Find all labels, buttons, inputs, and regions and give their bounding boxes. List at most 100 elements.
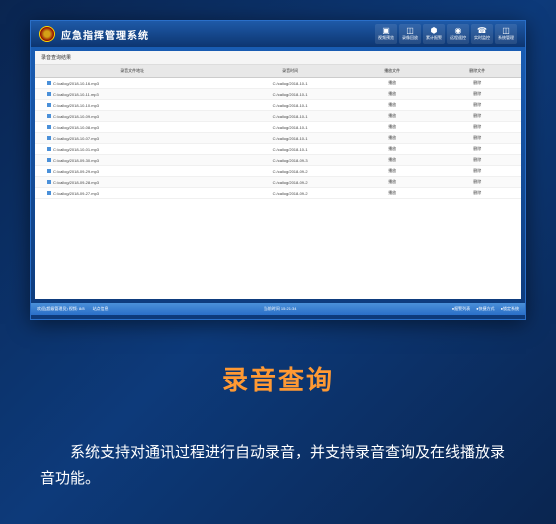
table-row: C:/callog/2018-10-08.mp3C:/callog/2018-1… [35, 122, 521, 133]
toolbar-icon: ◉ [455, 27, 462, 35]
time-cell: C:/callog/2018-10-1 [229, 133, 351, 144]
file-icon [47, 81, 51, 85]
play-button[interactable]: 播放 [351, 177, 434, 188]
file-icon [47, 147, 51, 151]
table-row: C:/callog/2018-10-01.mp3C:/callog/2018-1… [35, 144, 521, 155]
toolbar: ▣视频预览◫录像回放⬢累计报警◉远程遥控☎实时监控◫系统管理 [375, 24, 517, 44]
toolbar-icon: ▣ [382, 27, 390, 35]
file-icon [47, 191, 51, 195]
toolbar-button-2[interactable]: ⬢累计报警 [423, 24, 445, 44]
delete-button[interactable]: 删除 [434, 78, 522, 89]
play-button[interactable]: 播放 [351, 89, 434, 100]
play-button[interactable]: 播放 [351, 78, 434, 89]
status-lock-link[interactable]: ●锁定系统 [501, 306, 519, 312]
play-button[interactable]: 播放 [351, 122, 434, 133]
slide-title: 录音查询 [0, 360, 556, 397]
table-row: C:/callog/2018-09-28.mp3C:/callog/2018-0… [35, 177, 521, 188]
delete-button[interactable]: 删除 [434, 188, 522, 199]
file-icon [47, 180, 51, 184]
table-row: C:/callog/2018-09-27.mp3C:/callog/2018-0… [35, 188, 521, 199]
table-row: C:/callog/2018-10-07.mp3C:/callog/2018-1… [35, 133, 521, 144]
app-logo-icon [39, 26, 55, 42]
file-icon [47, 136, 51, 140]
file-cell: C:/callog/2018-10-09.mp3 [35, 111, 229, 122]
file-cell: C:/callog/2018-10-16.mp3 [35, 78, 229, 89]
play-button[interactable]: 播放 [351, 188, 434, 199]
toolbar-label: 视频预览 [378, 35, 394, 41]
recording-table: 录音文件地址录音时间播放文件删除文件 C:/callog/2018-10-16.… [35, 65, 521, 299]
file-icon [47, 92, 51, 96]
toolbar-label: 远程遥控 [450, 35, 466, 41]
file-cell: C:/callog/2018-10-08.mp3 [35, 122, 229, 133]
toolbar-button-4[interactable]: ☎实时监控 [471, 24, 493, 44]
table-row: C:/callog/2018-10-16.mp3C:/callog/2018-1… [35, 78, 521, 89]
delete-button[interactable]: 删除 [434, 177, 522, 188]
column-header: 录音时间 [229, 65, 351, 78]
delete-button[interactable]: 删除 [434, 111, 522, 122]
file-cell: C:/callog/2018-10-07.mp3 [35, 133, 229, 144]
slide-description: 系统支持对通讯过程进行自动录音，并支持录音查询及在线播放录音功能。 [40, 440, 516, 491]
column-header: 录音文件地址 [35, 65, 229, 78]
toolbar-label: 录像回放 [402, 35, 418, 41]
app-header: 应急指挥管理系统 ▣视频预览◫录像回放⬢累计报警◉远程遥控☎实时监控◫系统管理 [31, 21, 525, 47]
time-cell: C:/callog/2018-10-1 [229, 89, 351, 100]
column-header: 播放文件 [351, 65, 434, 78]
app-title-group: 应急指挥管理系统 [39, 26, 149, 42]
toolbar-icon: ◫ [502, 27, 510, 35]
toolbar-button-5[interactable]: ◫系统管理 [495, 24, 517, 44]
toolbar-button-1[interactable]: ◫录像回放 [399, 24, 421, 44]
play-button[interactable]: 播放 [351, 155, 434, 166]
table-row: C:/callog/2018-10-09.mp3C:/callog/2018-1… [35, 111, 521, 122]
file-cell: C:/callog/2018-10-01.mp3 [35, 144, 229, 155]
toolbar-icon: ☎ [477, 27, 487, 35]
delete-button[interactable]: 删除 [434, 144, 522, 155]
play-button[interactable]: 播放 [351, 144, 434, 155]
toolbar-label: 系统管理 [498, 35, 514, 41]
column-header: 删除文件 [434, 65, 522, 78]
play-button[interactable]: 播放 [351, 111, 434, 122]
toolbar-icon: ◫ [406, 27, 414, 35]
file-icon [47, 114, 51, 118]
file-cell: C:/callog/2018-09-30.mp3 [35, 155, 229, 166]
toolbar-button-0[interactable]: ▣视频预览 [375, 24, 397, 44]
time-cell: C:/callog/2018-09-2 [229, 188, 351, 199]
delete-button[interactable]: 删除 [434, 133, 522, 144]
delete-button[interactable]: 删除 [434, 122, 522, 133]
file-icon [47, 169, 51, 173]
delete-button[interactable]: 删除 [434, 100, 522, 111]
play-button[interactable]: 播放 [351, 166, 434, 177]
file-cell: C:/callog/2018-09-29.mp3 [35, 166, 229, 177]
status-time: 当前时间 15:21:34 [264, 306, 297, 312]
status-site: 站点信息 [93, 306, 109, 312]
time-cell: C:/callog/2018-09-3 [229, 155, 351, 166]
file-icon [47, 125, 51, 129]
content-header: 录音查询结果 [35, 51, 521, 65]
play-button[interactable]: 播放 [351, 133, 434, 144]
toolbar-button-3[interactable]: ◉远程遥控 [447, 24, 469, 44]
time-cell: C:/callog/2018-10-1 [229, 144, 351, 155]
table-row: C:/callog/2018-09-29.mp3C:/callog/2018-0… [35, 166, 521, 177]
time-cell: C:/callog/2018-10-1 [229, 111, 351, 122]
time-cell: C:/callog/2018-09-2 [229, 166, 351, 177]
app-window: 应急指挥管理系统 ▣视频预览◫录像回放⬢累计报警◉远程遥控☎实时监控◫系统管理 … [30, 20, 526, 320]
toolbar-icon: ⬢ [431, 27, 438, 35]
status-bar: 欢迎(超级管理员) 视频: 8/8 站点信息 当前时间 15:21:34 ●报警… [31, 303, 525, 315]
table-row: C:/callog/2018-09-30.mp3C:/callog/2018-0… [35, 155, 521, 166]
file-icon [47, 103, 51, 107]
time-cell: C:/callog/2018-10-1 [229, 78, 351, 89]
status-shortcut-link[interactable]: ●快捷方式 [476, 306, 494, 312]
file-cell: C:/callog/2018-10-10.mp3 [35, 100, 229, 111]
time-cell: C:/callog/2018-10-1 [229, 122, 351, 133]
file-cell: C:/callog/2018-09-27.mp3 [35, 188, 229, 199]
time-cell: C:/callog/2018-10-1 [229, 100, 351, 111]
table-row: C:/callog/2018-10-10.mp3C:/callog/2018-1… [35, 100, 521, 111]
time-cell: C:/callog/2018-09-2 [229, 177, 351, 188]
table-row: C:/callog/2018-10-11.mp3C:/callog/2018-1… [35, 89, 521, 100]
play-button[interactable]: 播放 [351, 100, 434, 111]
delete-button[interactable]: 删除 [434, 89, 522, 100]
delete-button[interactable]: 删除 [434, 155, 522, 166]
toolbar-label: 累计报警 [426, 35, 442, 41]
status-alarm-link[interactable]: ●报警列表 [452, 306, 470, 312]
file-cell: C:/callog/2018-10-11.mp3 [35, 89, 229, 100]
delete-button[interactable]: 删除 [434, 166, 522, 177]
